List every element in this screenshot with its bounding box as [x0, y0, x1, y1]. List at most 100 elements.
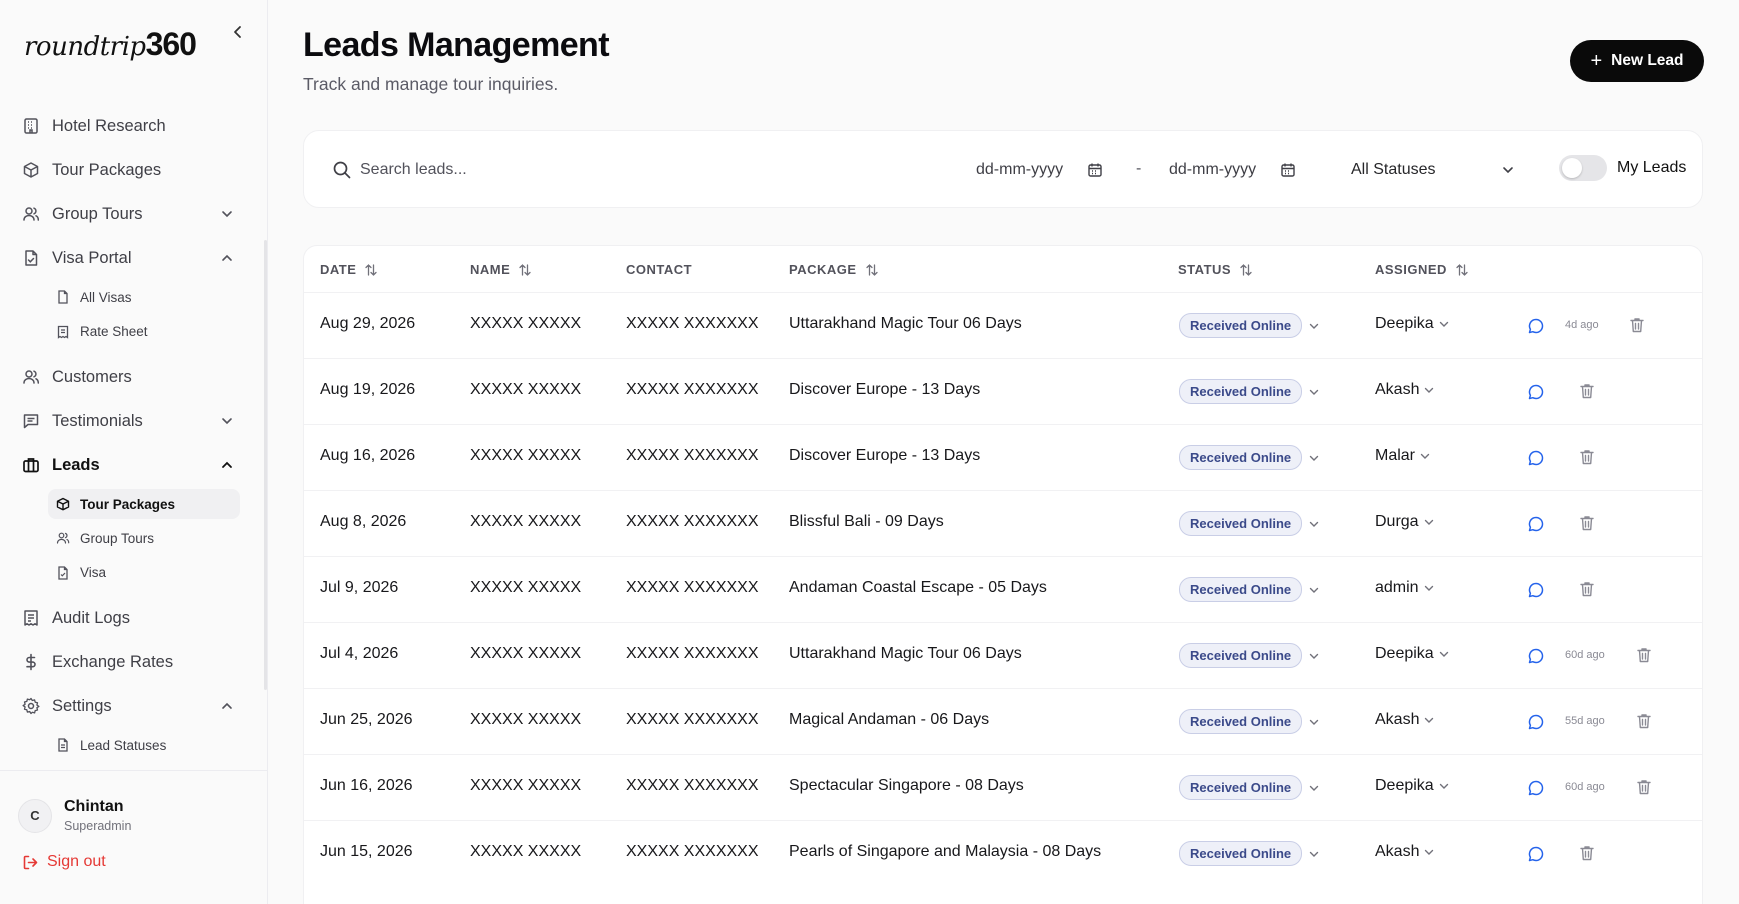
table-row[interactable]: Jul 9, 2026 XXXXX XXXXX XXXXX XXXXXXX An…	[304, 556, 1702, 622]
trash-icon[interactable]	[1578, 844, 1596, 862]
sidebar-subitem-rate-sheet[interactable]: Rate Sheet	[0, 315, 268, 350]
trash-icon[interactable]	[1578, 382, 1596, 400]
status-dropdown[interactable]: Received Online	[1179, 445, 1320, 470]
sidebar-subitem-all-visas[interactable]: All Visas	[0, 280, 268, 315]
assignee-dropdown[interactable]: Deepika	[1375, 645, 1450, 663]
trash-icon[interactable]	[1635, 712, 1653, 730]
message-circle-icon[interactable]	[1527, 581, 1545, 599]
brand-logo[interactable]: roundtrip360	[24, 26, 197, 63]
new-lead-button[interactable]: + New Lead	[1570, 40, 1704, 82]
status-dropdown[interactable]: Received Online	[1179, 709, 1320, 734]
sidebar-item-leads[interactable]: Leads	[0, 443, 268, 487]
date-from-field[interactable]: dd-mm-yyyy	[976, 155, 1103, 185]
sidebar-item-exchange-rates[interactable]: Exchange Rates	[0, 640, 268, 684]
sidebar-divider	[0, 770, 268, 771]
sidebar-item-label: Leads	[52, 455, 100, 474]
status-badge: Received Online	[1179, 511, 1303, 536]
assignee-dropdown[interactable]: Deepika	[1375, 315, 1450, 333]
status-dropdown[interactable]: Received Online	[1179, 379, 1320, 404]
sidebar-subitem-lead-statuses[interactable]: Lead Statuses	[0, 728, 268, 763]
table-row[interactable]: Aug 19, 2026 XXXXX XXXXX XXXXX XXXXXXX D…	[304, 358, 1702, 424]
trash-icon[interactable]	[1578, 580, 1596, 598]
search-input[interactable]	[360, 153, 660, 187]
cell-contact: XXXXX XXXXXXX	[626, 579, 759, 596]
table-row[interactable]: Aug 29, 2026 XXXXX XXXXX XXXXX XXXXXXX U…	[304, 292, 1702, 358]
status-dropdown[interactable]: Received Online	[1179, 643, 1320, 668]
assignee-dropdown[interactable]: admin	[1375, 579, 1435, 597]
trash-icon[interactable]	[1578, 448, 1596, 466]
table-row[interactable]: Aug 8, 2026 XXXXX XXXXX XXXXX XXXXXXX Bl…	[304, 490, 1702, 556]
column-header-assigned[interactable]: ASSIGNED	[1375, 262, 1469, 277]
table-row[interactable]: Aug 16, 2026 XXXXX XXXXX XXXXX XXXXXXX D…	[304, 424, 1702, 490]
chevron-down-icon	[1309, 521, 1319, 527]
sidebar-subitem-tour-packages[interactable]: Tour Packages	[48, 489, 240, 519]
cell-contact: XXXXX XXXXXXX	[626, 711, 759, 728]
status-dropdown[interactable]: Received Online	[1179, 511, 1320, 536]
assignee-dropdown[interactable]: Malar	[1375, 447, 1431, 465]
sidebar-item-visa-portal[interactable]: Visa Portal	[0, 236, 268, 280]
sidebar-subitem-visa[interactable]: Visa	[0, 556, 268, 591]
assignee-name: Deepika	[1375, 315, 1434, 332]
sidebar-item-label: Tour Packages	[52, 160, 162, 179]
sidebar-scrollbar[interactable]	[264, 240, 267, 690]
assignee-dropdown[interactable]: Deepika	[1375, 777, 1450, 795]
status-dropdown[interactable]: Received Online	[1179, 313, 1320, 338]
chevron-down-icon	[1309, 389, 1319, 395]
message-circle-icon[interactable]	[1527, 383, 1545, 401]
table-row[interactable]: Jun 15, 2026 XXXXX XXXXX XXXXX XXXXXXX P…	[304, 820, 1702, 886]
sidebar-item-customers[interactable]: Customers	[0, 355, 268, 399]
column-header-name[interactable]: NAME	[470, 262, 532, 277]
message-circle-icon[interactable]	[1527, 713, 1545, 731]
assignee-dropdown[interactable]: Durga	[1375, 513, 1435, 531]
sidebar-subitem-group-tours[interactable]: Group Tours	[0, 521, 268, 556]
sidebar-item-testimonials[interactable]: Testimonials	[0, 399, 268, 443]
message-circle-icon[interactable]	[1527, 515, 1545, 533]
toggle-switch[interactable]	[1559, 155, 1607, 181]
chevron-down-icon	[1309, 455, 1319, 461]
message-circle-icon[interactable]	[1527, 845, 1545, 863]
user-profile[interactable]: C Chintan Superadmin	[18, 798, 131, 833]
sidebar-item-tour-packages[interactable]: Tour Packages	[0, 148, 268, 192]
cell-date: Aug 19, 2026	[320, 381, 416, 398]
briefcase-icon	[22, 456, 40, 474]
cell-package: Andaman Coastal Escape - 05 Days	[789, 579, 1047, 596]
status-badge: Received Online	[1179, 445, 1303, 470]
cell-date: Jun 15, 2026	[320, 843, 413, 860]
message-circle-icon[interactable]	[1527, 647, 1545, 665]
table-row[interactable]: Jul 4, 2026 XXXXX XXXXX XXXXX XXXXXXX Ut…	[304, 622, 1702, 688]
trash-icon[interactable]	[1628, 316, 1646, 334]
status-filter-select[interactable]: All Statuses	[1351, 155, 1521, 185]
date-to-field[interactable]: dd-mm-yyyy	[1169, 155, 1296, 185]
status-dropdown[interactable]: Received Online	[1179, 841, 1320, 866]
column-header-package[interactable]: PACKAGE	[789, 262, 879, 277]
sidebar-item-audit-logs[interactable]: Audit Logs	[0, 596, 268, 640]
table-row[interactable]: Jun 25, 2026 XXXXX XXXXX XXXXX XXXXXXX M…	[304, 688, 1702, 754]
sidebar-item-group-tours[interactable]: Group Tours	[0, 192, 268, 236]
assignee-dropdown[interactable]: Akash	[1375, 843, 1435, 861]
status-filter-value: All Statuses	[1351, 161, 1436, 178]
table-row[interactable]: Jun 16, 2026 XXXXX XXXXX XXXXX XXXXXXX S…	[304, 754, 1702, 820]
trash-icon[interactable]	[1635, 646, 1653, 664]
column-header-status[interactable]: STATUS	[1178, 262, 1253, 277]
assignee-name: Akash	[1375, 843, 1420, 860]
message-circle-icon[interactable]	[1527, 449, 1545, 467]
plus-icon: +	[1590, 50, 1603, 72]
message-circle-icon[interactable]	[1527, 779, 1545, 797]
my-leads-toggle[interactable]: My Leads	[1559, 155, 1686, 181]
cell-name: XXXXX XXXXX	[470, 315, 582, 332]
trash-icon[interactable]	[1578, 514, 1596, 532]
column-header-date[interactable]: DATE	[320, 262, 378, 277]
assignee-dropdown[interactable]: Akash	[1375, 381, 1435, 399]
sidebar-item-settings[interactable]: Settings	[0, 684, 268, 728]
message-circle-icon[interactable]	[1527, 317, 1545, 335]
status-dropdown[interactable]: Received Online	[1179, 775, 1320, 800]
sidebar-item-hotel-research[interactable]: Hotel Research	[0, 104, 268, 148]
chevron-down-icon	[1439, 321, 1448, 327]
status-dropdown[interactable]: Received Online	[1179, 577, 1320, 602]
last-activity: 55d ago	[1565, 715, 1605, 727]
sidebar-item-label: Visa Portal	[52, 248, 132, 267]
trash-icon[interactable]	[1635, 778, 1653, 796]
assignee-dropdown[interactable]: Akash	[1375, 711, 1435, 729]
collapse-sidebar-button[interactable]	[228, 22, 248, 42]
sign-out-button[interactable]: Sign out	[22, 853, 106, 871]
